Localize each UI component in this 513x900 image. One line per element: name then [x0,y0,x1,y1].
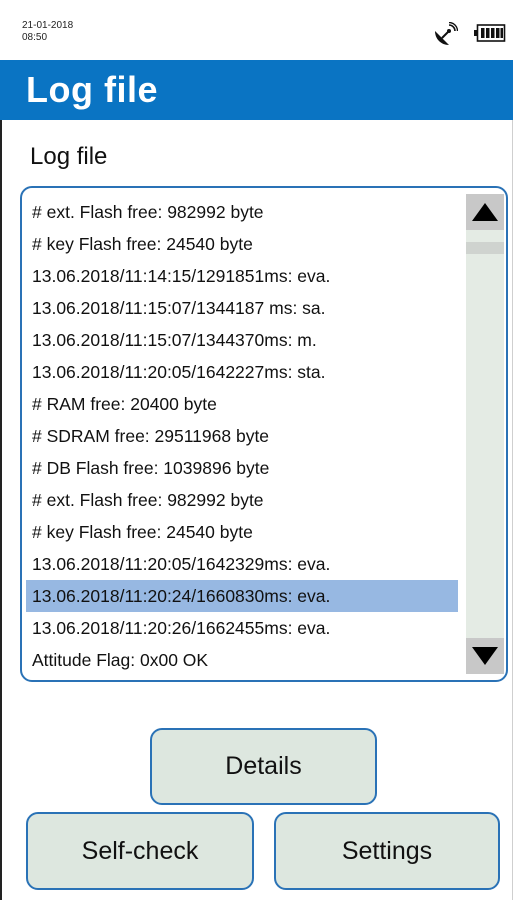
log-entry[interactable]: 13.06.2018/11:15:07/1344370ms: m. [26,324,458,356]
log-entry[interactable]: # DB Flash free: 1039896 byte [26,452,458,484]
log-entry[interactable]: 13.06.2018/11:20:05/1642329ms: eva. [26,548,458,580]
log-entry[interactable]: Attitude Flag: 0x00 OK [26,644,458,676]
log-entry[interactable]: # ext. Flash free: 982992 byte [26,484,458,516]
arrow-down-icon [472,647,498,665]
title-bar: Log file [0,60,513,120]
log-list[interactable]: # ext. Flash free: 982992 byte # key Flas… [26,196,458,676]
scroll-down-button[interactable] [466,638,504,674]
status-date: 21-01-2018 [22,20,74,31]
log-entry[interactable]: # key Flash free: 24540 byte [26,516,458,548]
status-time: 08:50 [22,32,48,43]
log-entry[interactable]: 13.06.2018/11:14:15/1291851ms: eva. [26,260,458,292]
page-title: Log file [26,69,158,110]
log-entry[interactable]: # ext. Flash free: 982992 byte [26,196,458,228]
self-check-button[interactable]: Self-check [26,812,254,890]
satellite-icon [435,22,458,45]
settings-button[interactable]: Settings [274,812,500,890]
battery-icon [474,24,506,42]
left-edge [0,0,2,900]
scroll-thumb[interactable] [466,242,504,254]
log-panel: # ext. Flash free: 982992 byte # key Flas… [20,186,508,682]
log-entry[interactable]: 13.06.2018/11:20:05/1642227ms: sta. [26,356,458,388]
log-entry[interactable]: # RAM free: 20400 byte [26,388,458,420]
log-entry[interactable]: 13.06.2018/11:20:26/1662455ms: eva. [26,612,458,644]
log-entry[interactable]: # key Flash free: 24540 byte [26,228,458,260]
section-label: Log file [30,143,108,170]
scroll-up-button[interactable] [466,194,504,230]
log-entry[interactable]: 13.06.2018/11:20:24/1660830ms: eva. [26,580,458,612]
arrow-up-icon [472,203,498,221]
scrollbar[interactable] [466,194,504,674]
status-bar: 21-01-2018 08:50 [0,0,513,60]
log-entry[interactable]: # SDRAM free: 29511968 byte [26,420,458,452]
log-entry[interactable]: 13.06.2018/11:15:07/1344187 ms: sa. [26,292,458,324]
details-button[interactable]: Details [150,728,377,805]
